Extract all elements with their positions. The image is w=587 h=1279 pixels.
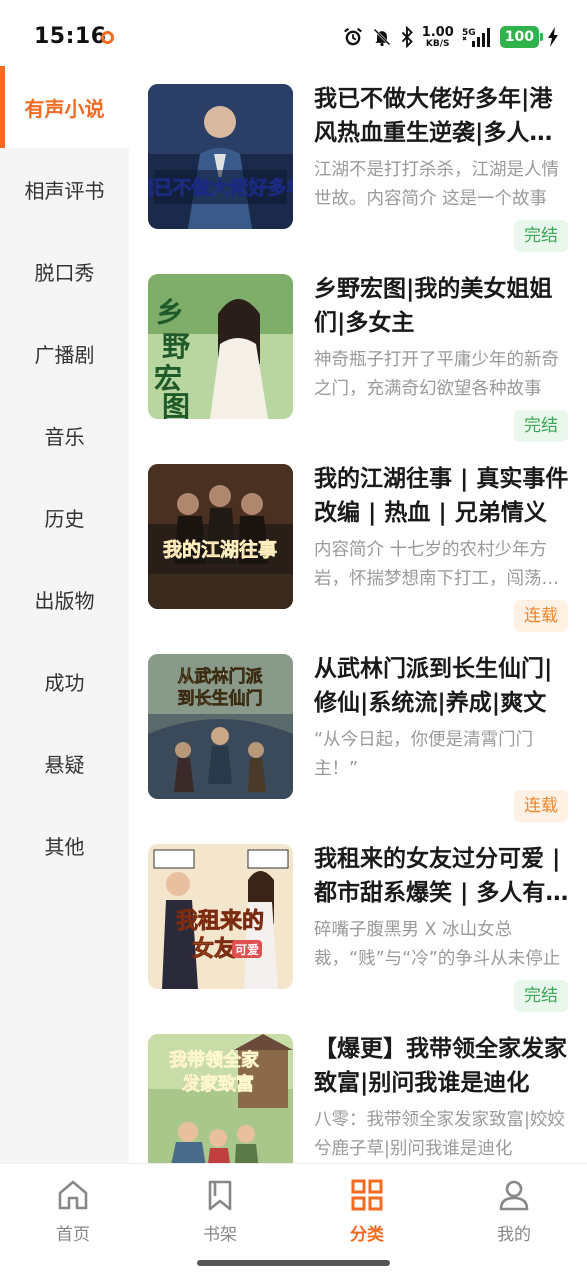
svg-text:到长生仙门: 到长生仙门 bbox=[178, 688, 263, 709]
status-time: 15:16 bbox=[34, 24, 107, 49]
profile-icon bbox=[499, 1180, 529, 1211]
cover-image: 我带领全家 发家致富 bbox=[148, 1034, 293, 1163]
sidebar-item-history[interactable]: 历史 bbox=[0, 476, 129, 558]
book-title: 我已不做大佬好多年|港风热血重生逆袭|多人有声剧 bbox=[314, 86, 553, 146]
book-title: 从武林门派到长生仙门|修仙|系统流|养成|爽文 bbox=[314, 656, 553, 716]
signal-icon: 5G bbox=[462, 28, 490, 47]
book-item[interactable]: 从武林门派 到长生仙门 从武林门派到长生仙门|修仙|系统流|养成|爽文 “从今日… bbox=[148, 636, 572, 822]
svg-text:可爱: 可爱 bbox=[235, 942, 259, 957]
svg-text:5G: 5G bbox=[462, 28, 476, 38]
book-title: 我的江湖往事 | 真实事件改编 | 热血 | 兄弟情义 bbox=[314, 466, 569, 526]
svg-text:女友: 女友 bbox=[192, 936, 236, 962]
sidebar-item-talk-show[interactable]: 脱口秀 bbox=[0, 230, 129, 312]
alarm-icon bbox=[343, 27, 362, 46]
book-title: 乡野宏图|我的美女姐姐们|多女主 bbox=[314, 276, 553, 336]
svg-text:从武林门派: 从武林门派 bbox=[178, 666, 264, 687]
svg-text:我带领全家: 我带领全家 bbox=[169, 1049, 260, 1071]
book-description: 江湖不是打打杀杀，江湖是人情世故。内容简介 这是一个故事 bbox=[314, 160, 559, 209]
svg-text:野: 野 bbox=[162, 330, 190, 363]
cover-image: 乡 野 宏 图 bbox=[148, 274, 293, 419]
nav-profile[interactable]: 我的 bbox=[459, 1178, 569, 1245]
sidebar-item-label: 悬疑 bbox=[44, 752, 85, 777]
svg-text:我已不做大佬好多年: 我已不做大佬好多年 bbox=[148, 176, 293, 199]
sidebar-item-radio-drama[interactable]: 广播剧 bbox=[0, 312, 129, 394]
book-cover: 从武林门派 到长生仙门 bbox=[148, 654, 293, 799]
cover-image: 我的江湖往事 bbox=[148, 464, 293, 609]
sidebar-item-label: 有声小说 bbox=[24, 96, 105, 121]
status-badge: 完结 bbox=[514, 410, 568, 442]
book-list: 我已不做大佬好多年 我已不做大佬好多年|港风热血重生逆袭|多人有声剧 江湖不是打… bbox=[129, 66, 587, 1163]
book-cover: 我租来的 女友 可爱 bbox=[148, 844, 293, 989]
sidebar-item-label: 出版物 bbox=[34, 588, 95, 613]
cover-image: 我租来的 女友 可爱 bbox=[148, 844, 293, 989]
sidebar-item-other[interactable]: 其他 bbox=[0, 804, 129, 886]
status-badge: 连载 bbox=[514, 790, 568, 822]
charging-icon bbox=[548, 27, 558, 47]
book-title: 我租来的女友过分可爱 | 都市甜系爆笑 | 多人有声剧 bbox=[314, 846, 569, 906]
book-item[interactable]: 我的江湖往事 我的江湖往事 | 真实事件改编 | 热血 | 兄弟情义 内容简介 … bbox=[148, 446, 572, 632]
book-description: 八零：我带领全家发家致富|姣姣兮鹿子草|别问我谁是迪化 bbox=[314, 1110, 565, 1159]
sidebar-item-music[interactable]: 音乐 bbox=[0, 394, 129, 476]
sidebar-item-label: 历史 bbox=[44, 506, 85, 531]
nav-label: 首页 bbox=[56, 1225, 90, 1245]
home-indicator[interactable] bbox=[197, 1260, 390, 1266]
sidebar-item-label: 成功 bbox=[44, 670, 85, 695]
sidebar-item-label: 相声评书 bbox=[24, 178, 105, 203]
sidebar-item-crosstalk[interactable]: 相声评书 bbox=[0, 148, 129, 230]
bookmark-icon bbox=[208, 1180, 232, 1211]
book-cover: 我带领全家 发家致富 bbox=[148, 1034, 293, 1163]
book-cover: 我的江湖往事 bbox=[148, 464, 293, 609]
book-title: 【爆更】我带领全家发家致富|别问我谁是迪化 bbox=[314, 1036, 567, 1096]
nav-label: 分类 bbox=[350, 1225, 384, 1245]
sidebar-item-audio-novel[interactable]: 有声小说 bbox=[0, 66, 129, 148]
book-description: “从今日起，你便是清霄门门主！” bbox=[314, 730, 534, 779]
status-icons: 1.00 KB/S 5G 100 bbox=[342, 22, 559, 52]
bluetooth-icon bbox=[401, 26, 413, 48]
category-sidebar: 有声小说 相声评书 脱口秀 广播剧 音乐 历史 出版物 成功 悬疑 其他 bbox=[0, 66, 129, 1163]
book-cover: 我已不做大佬好多年 bbox=[148, 84, 293, 229]
nav-home[interactable]: 首页 bbox=[18, 1178, 128, 1245]
svg-text:乡: 乡 bbox=[156, 296, 184, 329]
sidebar-item-suspense[interactable]: 悬疑 bbox=[0, 722, 129, 804]
nav-label: 书架 bbox=[203, 1225, 237, 1245]
net-speed: 1.00 KB/S bbox=[422, 26, 454, 49]
status-badge: 完结 bbox=[514, 220, 568, 252]
nav-label: 我的 bbox=[497, 1225, 531, 1245]
sidebar-item-label: 其他 bbox=[44, 834, 85, 859]
book-description: 内容简介 十七岁的农村少年方岩，怀揣梦想南下打工，闯荡江湖 bbox=[314, 540, 559, 589]
net-speed-value: 1.00 bbox=[421, 24, 454, 40]
cover-image: 从武林门派 到长生仙门 bbox=[148, 654, 293, 799]
book-item[interactable]: 乡 野 宏 图 乡野宏图|我的美女姐姐们|多女主 神奇瓶子打开了平庸少年的新奇之… bbox=[148, 256, 572, 442]
battery-indicator: 100 bbox=[499, 26, 544, 48]
sidebar-item-label: 广播剧 bbox=[34, 342, 95, 367]
book-cover: 乡 野 宏 图 bbox=[148, 274, 293, 419]
sidebar-item-success[interactable]: 成功 bbox=[0, 640, 129, 722]
svg-text:我租来的: 我租来的 bbox=[176, 908, 264, 934]
cover-image: 我已不做大佬好多年 bbox=[148, 84, 293, 229]
mute-bell-icon bbox=[373, 28, 391, 47]
book-description: 神奇瓶子打开了平庸少年的新奇之门，充满奇幻欲望各种故事 bbox=[314, 350, 559, 399]
status-bar: 15:16 1.00 KB/S 5G 100 bbox=[0, 0, 587, 66]
sidebar-item-label: 脱口秀 bbox=[34, 260, 95, 285]
sidebar-item-label: 音乐 bbox=[44, 424, 85, 449]
status-badge: 连载 bbox=[514, 600, 568, 632]
svg-text:发家致富: 发家致富 bbox=[181, 1073, 254, 1095]
svg-text:图: 图 bbox=[162, 390, 190, 419]
book-item[interactable]: 我已不做大佬好多年 我已不做大佬好多年|港风热血重生逆袭|多人有声剧 江湖不是打… bbox=[148, 66, 572, 252]
book-item[interactable]: 我带领全家 发家致富 【爆更】我带领全家发家致富|别问我谁是迪化 八零：我带领全… bbox=[148, 1016, 572, 1163]
status-badge: 完结 bbox=[514, 980, 568, 1012]
category-grid-icon bbox=[351, 1179, 383, 1211]
svg-text:我的江湖往事: 我的江湖往事 bbox=[163, 538, 277, 561]
nav-bookshelf[interactable]: 书架 bbox=[165, 1178, 275, 1245]
notification-dot-icon bbox=[101, 31, 114, 44]
nav-category[interactable]: 分类 bbox=[312, 1178, 422, 1245]
book-description: 碎嘴子腹黑男 X 冰山女总裁，“贱”与“冷”的争斗从未停止 bbox=[314, 920, 561, 969]
book-item[interactable]: 我租来的 女友 可爱 我租来的女友过分可爱 | 都市甜系爆笑 | 多人有声剧 碎… bbox=[148, 826, 572, 1012]
sidebar-item-publications[interactable]: 出版物 bbox=[0, 558, 129, 640]
home-icon bbox=[58, 1180, 88, 1210]
net-speed-unit: KB/S bbox=[425, 38, 450, 49]
